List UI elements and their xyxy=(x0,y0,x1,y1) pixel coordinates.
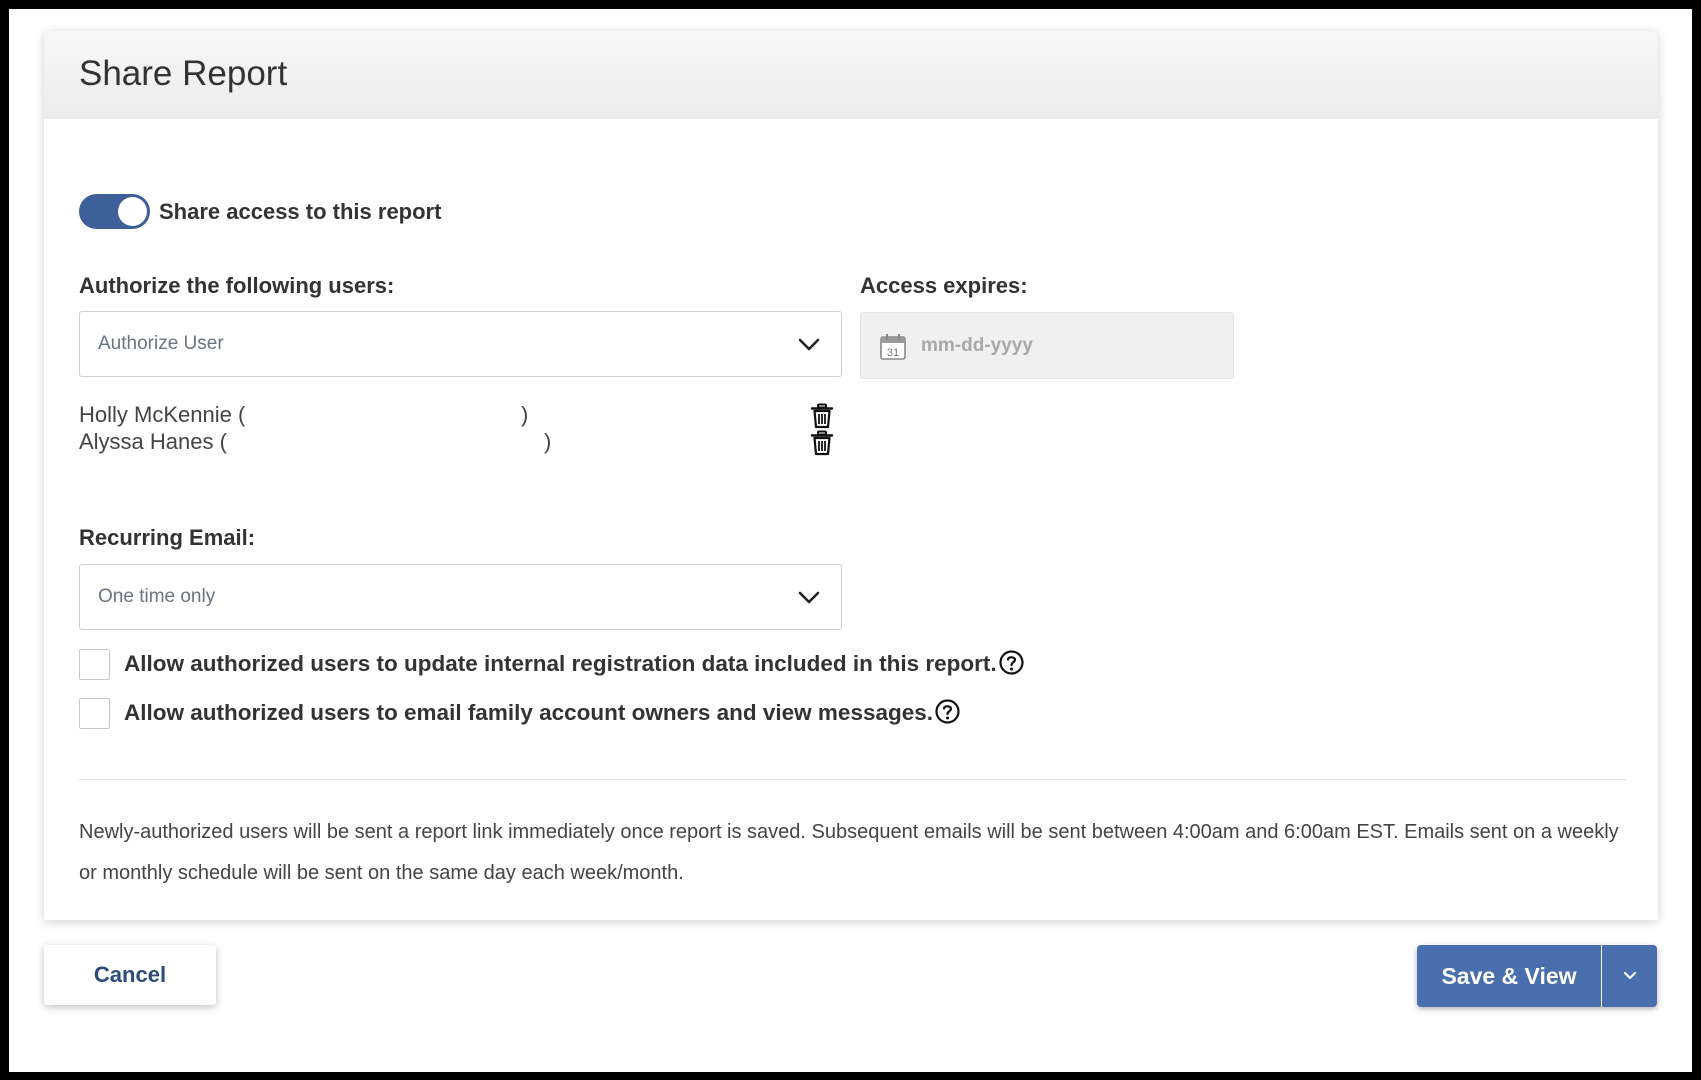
calendar-icon: 31 xyxy=(880,334,906,360)
trash-icon[interactable] xyxy=(810,430,834,456)
trash-icon[interactable] xyxy=(810,403,834,429)
cancel-button[interactable]: Cancel xyxy=(44,945,216,1005)
email-owners-option: Allow authorized users to email family a… xyxy=(124,699,960,727)
authorize-user-select-value: Authorize User xyxy=(98,333,224,354)
authorized-user-row: Alyssa Hanes ( ) xyxy=(79,429,842,457)
update-registration-checkbox[interactable] xyxy=(79,649,110,680)
chevron-down-icon xyxy=(798,338,820,351)
dialog-title: Share Report xyxy=(79,54,288,93)
help-icon[interactable] xyxy=(935,699,960,724)
save-view-split-button: Save & View xyxy=(1417,945,1657,1007)
share-report-dialog: Share Report Share access to this report… xyxy=(44,31,1658,920)
user-name: Holly McKennie ( xyxy=(79,402,246,427)
access-expires-label: Access expires: xyxy=(860,273,1028,298)
calendar-icon-day: 31 xyxy=(887,347,899,359)
user-name: Alyssa Hanes ( xyxy=(79,429,227,454)
access-expires-date-input[interactable]: 31 mm-dd-yyyy xyxy=(860,312,1234,379)
authorized-user-row: Holly McKennie ( ) xyxy=(79,402,842,430)
update-registration-option: Allow authorized users to update interna… xyxy=(124,650,1024,678)
recurring-email-label: Recurring Email: xyxy=(79,525,256,550)
save-view-button[interactable]: Save & View xyxy=(1417,945,1601,1007)
dialog-header: Share Report xyxy=(44,31,1658,119)
page: Share Report Share access to this report… xyxy=(9,9,1692,1072)
user-paren-close: ) xyxy=(521,402,529,427)
share-access-label: Share access to this report xyxy=(159,199,442,224)
update-registration-label: Allow authorized users to update interna… xyxy=(124,651,997,676)
recurring-email-select-value: One time only xyxy=(98,586,216,607)
email-owners-checkbox[interactable] xyxy=(79,698,110,729)
share-access-toggle[interactable] xyxy=(79,194,150,229)
recurring-email-select[interactable]: One time only xyxy=(79,564,842,630)
toggle-knob xyxy=(118,197,147,226)
authorize-users-label: Authorize the following users: xyxy=(79,273,395,298)
help-icon[interactable] xyxy=(999,650,1024,675)
divider xyxy=(79,779,1626,780)
date-placeholder: mm-dd-yyyy xyxy=(921,335,1033,356)
chevron-down-icon xyxy=(1623,971,1637,980)
save-options-dropdown-button[interactable] xyxy=(1601,945,1657,1007)
email-owners-label: Allow authorized users to email family a… xyxy=(124,700,934,725)
chevron-down-icon xyxy=(798,591,820,604)
authorize-user-select[interactable]: Authorize User xyxy=(79,311,842,377)
email-schedule-note: Newly-authorized users will be sent a re… xyxy=(79,821,1619,884)
user-paren-close: ) xyxy=(544,429,552,454)
